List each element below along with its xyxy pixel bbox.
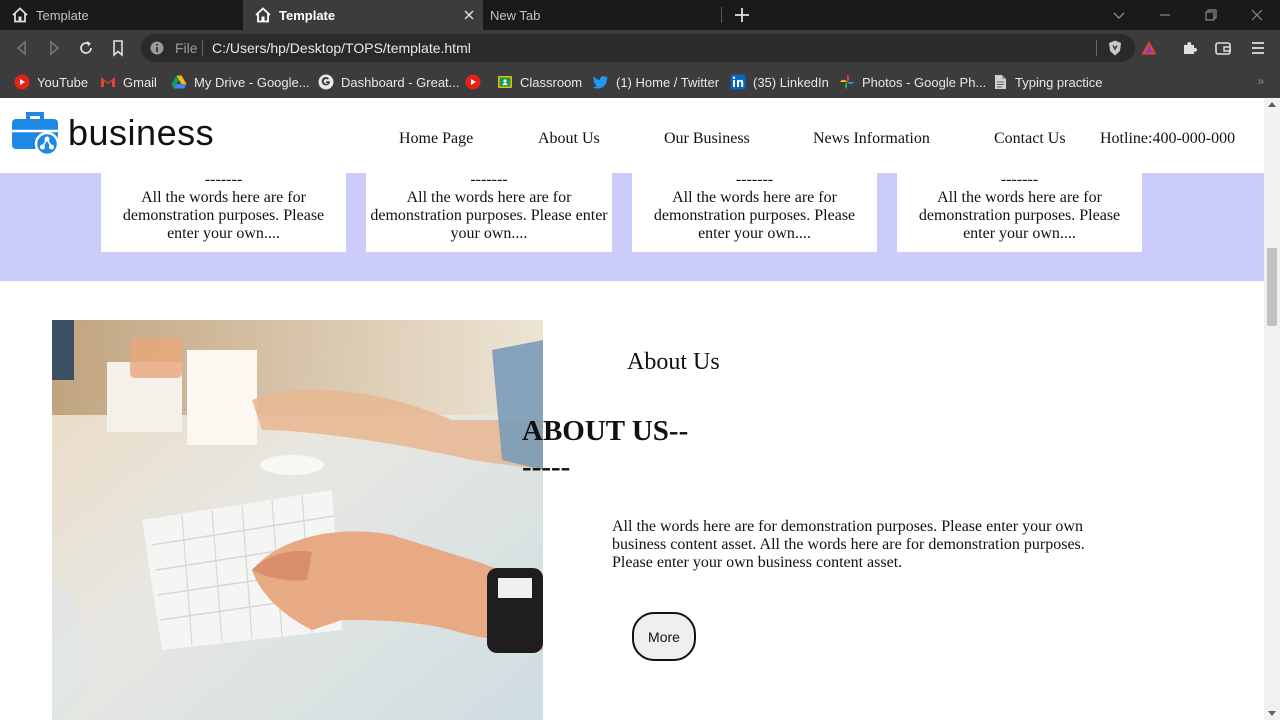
address-right-divider bbox=[1096, 40, 1097, 56]
restore-icon[interactable] bbox=[1202, 6, 1220, 24]
bookmark-linkedin[interactable]: (35) LinkedIn bbox=[730, 72, 829, 92]
bookmark-icon[interactable] bbox=[109, 39, 127, 57]
card-text: All the words here are for demonstration… bbox=[370, 189, 608, 242]
card-text: All the words here are for demonstration… bbox=[918, 189, 1121, 242]
briefcase-logo-icon[interactable] bbox=[11, 109, 59, 157]
close-tab-icon[interactable] bbox=[461, 7, 477, 23]
feature-card[interactable]: ------- All the words here are for demon… bbox=[101, 171, 346, 252]
linkedin-icon bbox=[730, 74, 746, 90]
more-bookmarks-icon[interactable]: » bbox=[1257, 74, 1264, 88]
features-band: ------- All the words here are for demon… bbox=[0, 171, 1264, 281]
address-bar[interactable]: File C:/Users/hp/Desktop/TOPS/template.h… bbox=[141, 34, 1135, 62]
card-dash: ------- bbox=[1000, 171, 1039, 188]
bookmark-dashboard[interactable]: Dashboard - Great... bbox=[318, 72, 460, 92]
tab-divider bbox=[721, 7, 722, 23]
bookmark-label: Classroom bbox=[520, 74, 583, 90]
twitter-icon bbox=[593, 76, 608, 89]
bookmark-gmail[interactable]: Gmail bbox=[100, 72, 157, 92]
bookmark-label: Photos - Google Ph... bbox=[862, 74, 987, 90]
youtube-icon bbox=[465, 74, 481, 90]
about-photo-keyboard bbox=[52, 320, 543, 720]
nav-our-business[interactable]: Our Business bbox=[664, 130, 750, 148]
brave-shield-icon[interactable] bbox=[1106, 39, 1124, 57]
scroll-down-icon[interactable] bbox=[1268, 711, 1276, 716]
minimize-icon[interactable] bbox=[1156, 6, 1174, 24]
google-icon bbox=[318, 74, 334, 90]
extensions-icon[interactable] bbox=[1181, 39, 1199, 57]
bookmark-classroom[interactable]: Classroom bbox=[497, 72, 582, 92]
url-text[interactable]: C:/Users/hp/Desktop/TOPS/template.html bbox=[212, 40, 471, 56]
typing-icon bbox=[995, 75, 1006, 89]
site-header: business Home Page About Us Our Business… bbox=[0, 98, 1264, 173]
nav-contact-us[interactable]: Contact Us bbox=[994, 130, 1066, 148]
tab-title: Template bbox=[279, 7, 336, 23]
site-logo-text[interactable]: business bbox=[68, 112, 214, 154]
tab-template-1[interactable]: Template bbox=[0, 0, 242, 30]
page-viewport: business Home Page About Us Our Business… bbox=[0, 98, 1264, 720]
feature-card[interactable]: ------- All the words here are for demon… bbox=[366, 171, 612, 252]
feature-card[interactable]: ------- All the words here are for demon… bbox=[897, 171, 1142, 252]
about-heading-line-1: ABOUT US-- bbox=[522, 415, 689, 447]
hotline-text: Hotline:400-000-000 bbox=[1100, 130, 1236, 147]
drive-icon bbox=[171, 75, 187, 89]
home-icon bbox=[12, 7, 28, 23]
nav-about-us[interactable]: About Us bbox=[538, 130, 600, 148]
chevron-down-icon[interactable] bbox=[1110, 6, 1128, 24]
card-text: All the words here are for demonstration… bbox=[122, 189, 325, 242]
tab-title: Template bbox=[36, 7, 89, 23]
menu-icon[interactable] bbox=[1249, 39, 1267, 57]
page-scrollbar[interactable] bbox=[1264, 98, 1280, 720]
nav-home-page[interactable]: Home Page bbox=[399, 130, 473, 148]
bookmark-twitter[interactable]: (1) Home / Twitter bbox=[593, 72, 719, 92]
nav-news-information[interactable]: News Information bbox=[813, 130, 930, 148]
about-paragraph: All the words here are for demonstration… bbox=[612, 518, 1085, 571]
close-window-icon[interactable] bbox=[1248, 6, 1266, 24]
bookmark-google-photos[interactable]: Photos - Google Ph... bbox=[839, 72, 986, 92]
scheme-label: File bbox=[175, 40, 198, 56]
bookmark-label: Gmail bbox=[123, 74, 157, 90]
card-dash: ------- bbox=[735, 171, 774, 188]
about-subtitle: About Us bbox=[627, 349, 720, 375]
tab-title: New Tab bbox=[490, 7, 541, 23]
forward-icon[interactable] bbox=[45, 39, 63, 57]
about-heading: ABOUT US-- ----- bbox=[522, 413, 688, 485]
bookmark-label: My Drive - Google... bbox=[194, 74, 310, 90]
bookmark-my-drive[interactable]: My Drive - Google... bbox=[171, 72, 310, 92]
scrollbar-thumb[interactable] bbox=[1267, 248, 1277, 326]
photos-icon bbox=[840, 75, 854, 89]
bookmark-label: Typing practice bbox=[1015, 74, 1103, 90]
bookmark-label: YouTube bbox=[37, 74, 89, 90]
gmail-icon bbox=[101, 77, 115, 87]
more-button[interactable]: More bbox=[632, 612, 696, 661]
browser-tab-bar: Template Template New Tab bbox=[0, 0, 1280, 30]
back-icon[interactable] bbox=[13, 39, 31, 57]
scroll-up-icon[interactable] bbox=[1268, 102, 1276, 107]
wallet-icon[interactable] bbox=[1214, 39, 1232, 57]
youtube-icon bbox=[14, 74, 30, 90]
card-text: All the words here are for demonstration… bbox=[653, 189, 856, 242]
feature-card[interactable]: ------- All the words here are for demon… bbox=[632, 171, 877, 252]
bookmark-youtube-2[interactable] bbox=[465, 72, 488, 92]
new-tab-plus-icon[interactable] bbox=[733, 6, 751, 24]
home-icon bbox=[255, 7, 271, 23]
card-dash: ------- bbox=[470, 171, 508, 188]
browser-toolbar: File C:/Users/hp/Desktop/TOPS/template.h… bbox=[0, 30, 1280, 66]
bookmarks-bar: YouTube Gmail My Drive - Google... Dashb… bbox=[0, 66, 1280, 98]
classroom-icon bbox=[498, 76, 512, 88]
tab-new-tab[interactable]: New Tab bbox=[483, 0, 723, 30]
bookmark-label: Dashboard - Great... bbox=[341, 74, 460, 90]
bookmark-label: (35) LinkedIn bbox=[753, 74, 829, 90]
about-heading-line-2: ----- bbox=[522, 451, 571, 483]
info-icon[interactable] bbox=[150, 41, 164, 55]
bookmark-label: (1) Home / Twitter bbox=[616, 74, 720, 90]
bookmark-youtube[interactable]: YouTube bbox=[14, 72, 88, 92]
card-dash: ------- bbox=[204, 171, 243, 188]
bookmark-typing-practice[interactable]: Typing practice bbox=[992, 72, 1102, 92]
reload-icon[interactable] bbox=[77, 39, 95, 57]
brave-rewards-icon[interactable] bbox=[1140, 39, 1158, 57]
tab-template-2[interactable]: Template bbox=[243, 0, 483, 30]
address-divider bbox=[202, 40, 203, 56]
